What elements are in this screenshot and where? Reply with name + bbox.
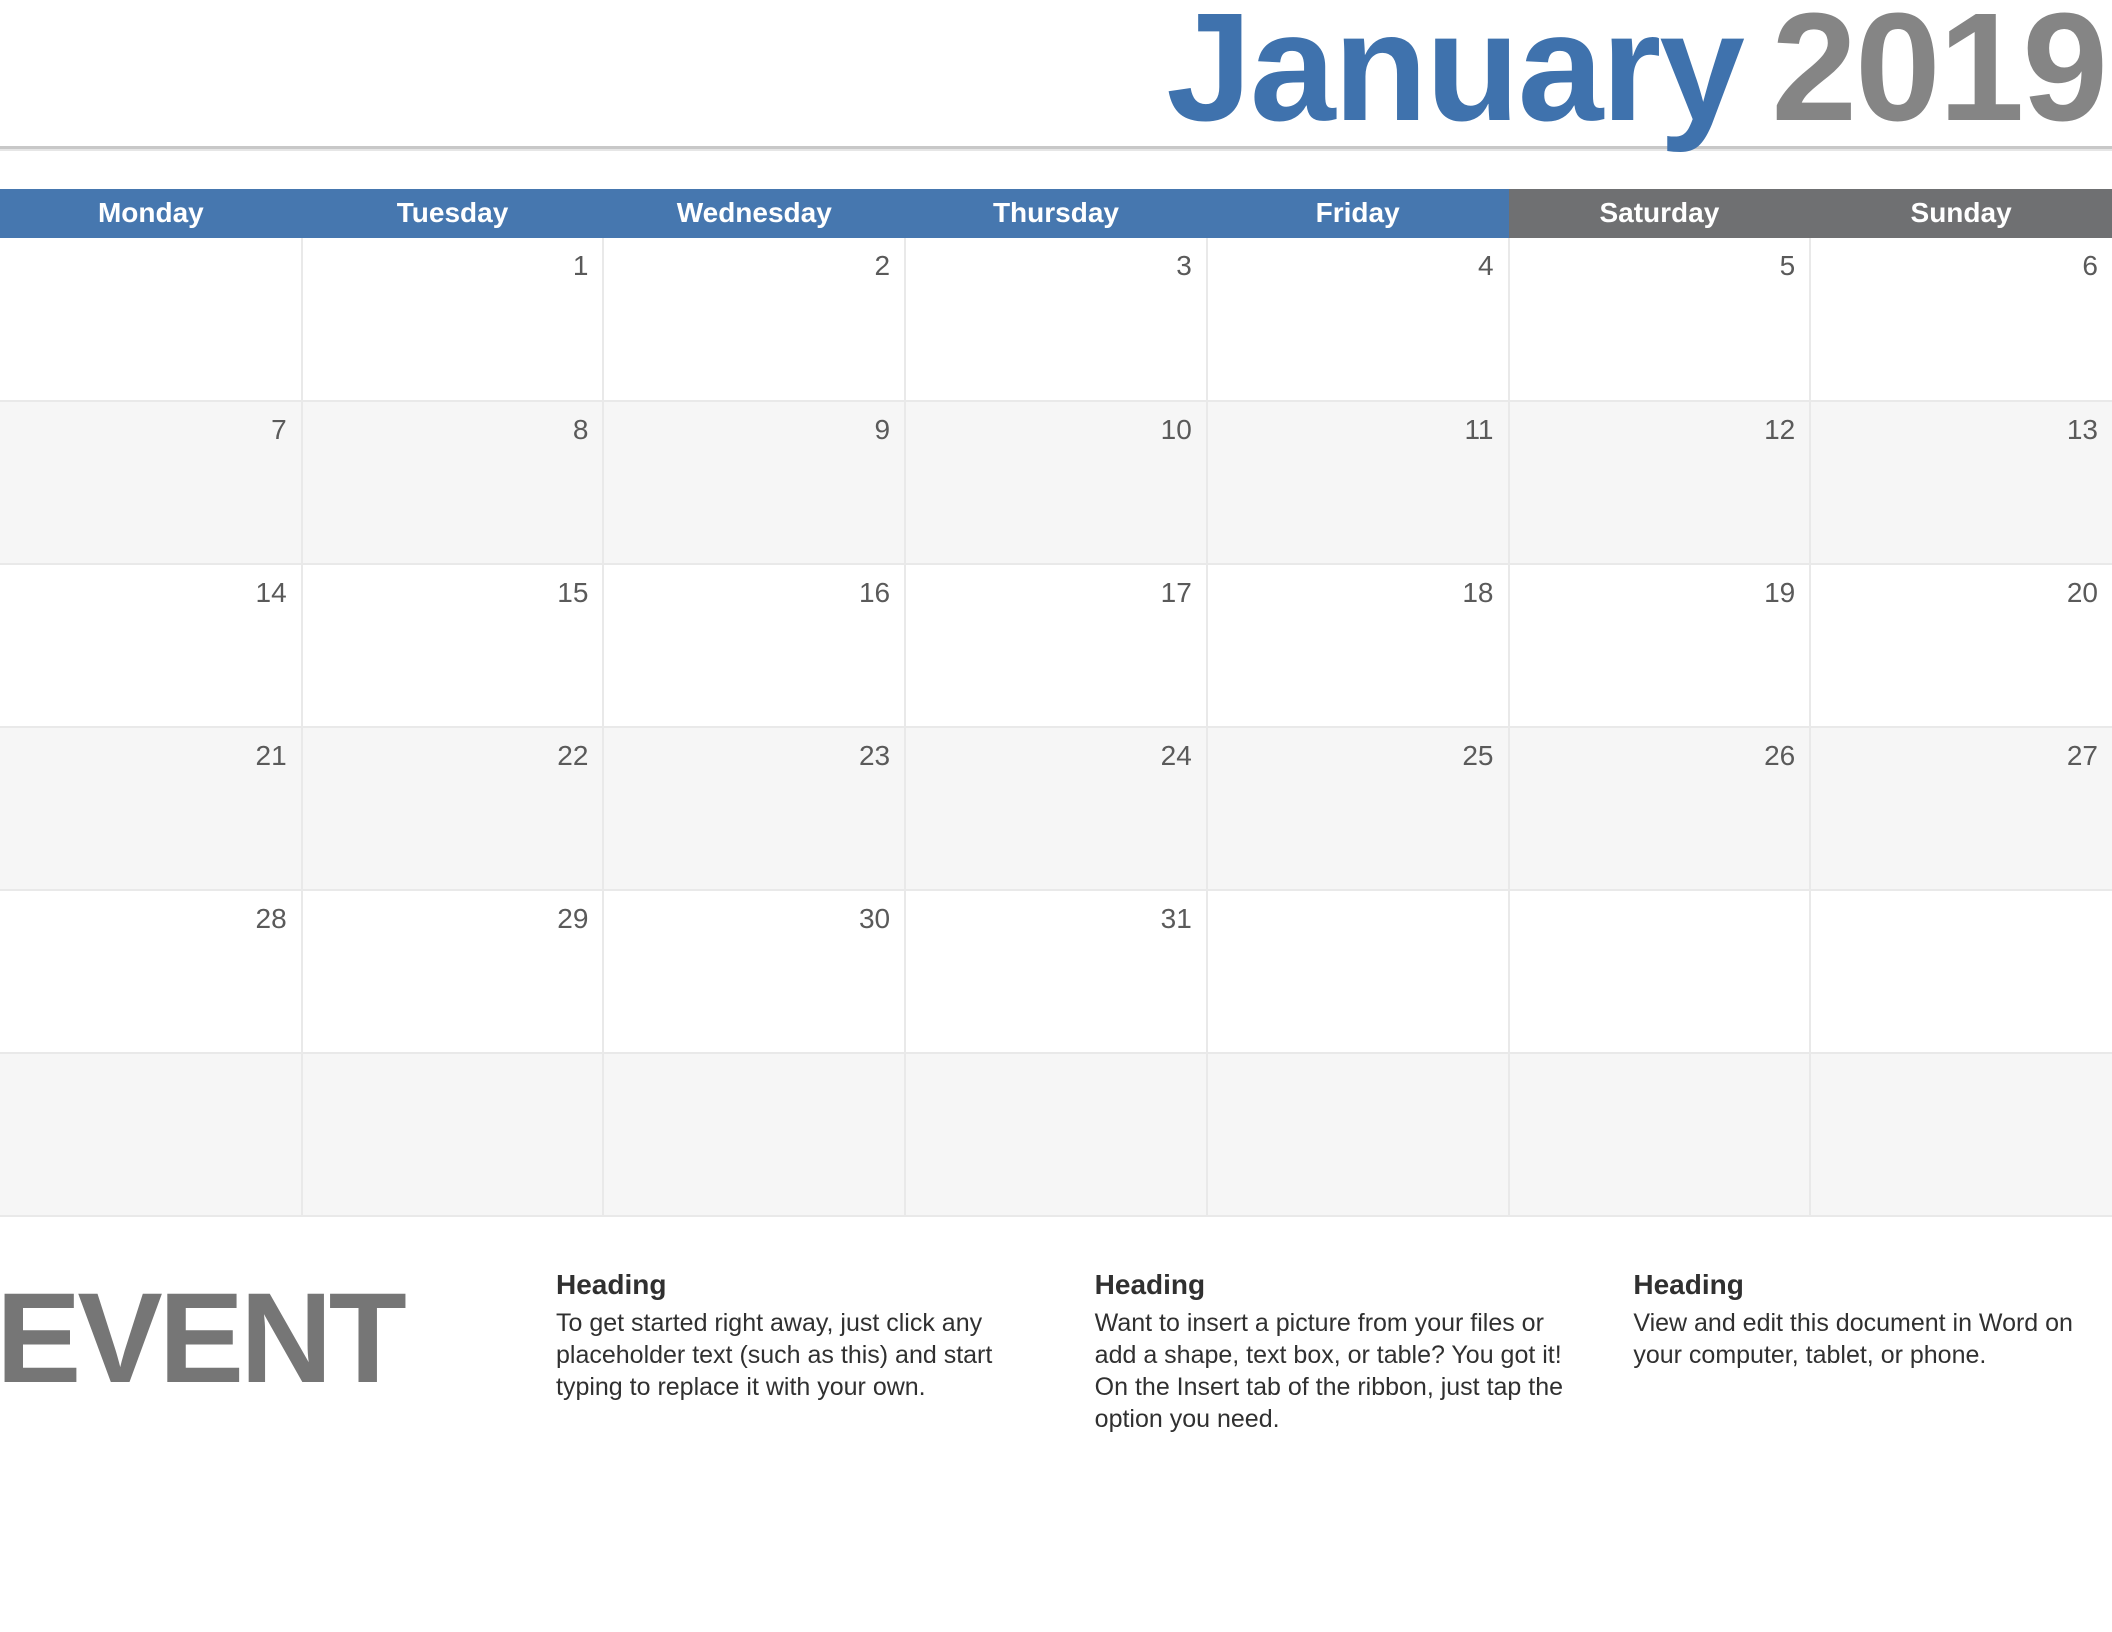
day-cell[interactable]: 24 <box>905 727 1207 890</box>
day-cell[interactable] <box>0 238 302 401</box>
day-cell[interactable] <box>302 1053 604 1216</box>
footer-block: EVENT Heading To get started right away,… <box>0 1269 2112 1435</box>
day-header: Wednesday <box>603 189 905 238</box>
calendar-row: 7 8 9 10 11 12 13 <box>0 401 2112 564</box>
note-body[interactable]: Want to insert a picture from your files… <box>1095 1307 1564 1435</box>
day-cell[interactable]: 16 <box>603 564 905 727</box>
calendar-row: 21 22 23 24 25 26 27 <box>0 727 2112 890</box>
month-title: January <box>1166 0 1743 144</box>
day-cell[interactable]: 4 <box>1207 238 1509 401</box>
day-cell[interactable]: 30 <box>603 890 905 1053</box>
day-cell[interactable]: 26 <box>1509 727 1811 890</box>
day-header: Tuesday <box>302 189 604 238</box>
day-cell[interactable] <box>1509 1053 1811 1216</box>
day-cell[interactable]: 25 <box>1207 727 1509 890</box>
day-cell[interactable]: 22 <box>302 727 604 890</box>
calendar-row <box>0 1053 2112 1216</box>
day-cell[interactable]: 29 <box>302 890 604 1053</box>
day-cell[interactable]: 17 <box>905 564 1207 727</box>
day-cell[interactable] <box>1207 890 1509 1053</box>
note-body[interactable]: View and edit this document in Word on y… <box>1633 1307 2102 1371</box>
day-cell[interactable]: 21 <box>0 727 302 890</box>
event-title: EVENT <box>0 1281 516 1396</box>
calendar-row: 28 29 30 31 <box>0 890 2112 1053</box>
day-cell[interactable]: 15 <box>302 564 604 727</box>
day-cell[interactable]: 1 <box>302 238 604 401</box>
day-cell[interactable]: 20 <box>1810 564 2112 727</box>
day-cell[interactable] <box>1810 1053 2112 1216</box>
day-header: Saturday <box>1509 189 1811 238</box>
calendar-grid: Monday Tuesday Wednesday Thursday Friday… <box>0 189 2112 1217</box>
day-cell[interactable]: 27 <box>1810 727 2112 890</box>
day-cell[interactable]: 28 <box>0 890 302 1053</box>
day-header: Friday <box>1207 189 1509 238</box>
day-cell[interactable]: 6 <box>1810 238 2112 401</box>
day-cell[interactable]: 31 <box>905 890 1207 1053</box>
day-header: Thursday <box>905 189 1207 238</box>
day-cell[interactable]: 10 <box>905 401 1207 564</box>
calendar-row: 14 15 16 17 18 19 20 <box>0 564 2112 727</box>
day-cell[interactable]: 2 <box>603 238 905 401</box>
day-cell[interactable] <box>1810 890 2112 1053</box>
day-cell[interactable]: 8 <box>302 401 604 564</box>
calendar-row: 1 2 3 4 5 6 <box>0 238 2112 401</box>
day-cell[interactable]: 5 <box>1509 238 1811 401</box>
day-cell[interactable] <box>905 1053 1207 1216</box>
day-cell[interactable]: 23 <box>603 727 905 890</box>
note-heading[interactable]: Heading <box>1095 1269 1564 1301</box>
note-column: Heading View and edit this document in W… <box>1633 1269 2112 1371</box>
day-header: Sunday <box>1810 189 2112 238</box>
day-header-row: Monday Tuesday Wednesday Thursday Friday… <box>0 189 2112 238</box>
day-cell[interactable]: 3 <box>905 238 1207 401</box>
year-title: 2019 <box>1771 0 2112 144</box>
day-cell[interactable] <box>1207 1053 1509 1216</box>
note-heading[interactable]: Heading <box>1633 1269 2102 1301</box>
calendar-page: January 2019 Monday Tuesday Wednesday Th… <box>0 0 2112 1622</box>
day-cell[interactable]: 19 <box>1509 564 1811 727</box>
day-cell[interactable]: 12 <box>1509 401 1811 564</box>
title-block: January 2019 <box>0 0 2112 144</box>
day-cell[interactable]: 13 <box>1810 401 2112 564</box>
day-cell[interactable] <box>0 1053 302 1216</box>
day-cell[interactable]: 9 <box>603 401 905 564</box>
note-column: Heading Want to insert a picture from yo… <box>1095 1269 1594 1435</box>
note-body[interactable]: To get started right away, just click an… <box>556 1307 1025 1403</box>
day-cell[interactable]: 18 <box>1207 564 1509 727</box>
day-cell[interactable]: 14 <box>0 564 302 727</box>
day-cell[interactable] <box>603 1053 905 1216</box>
day-cell[interactable] <box>1509 890 1811 1053</box>
note-heading[interactable]: Heading <box>556 1269 1025 1301</box>
day-header: Monday <box>0 189 302 238</box>
note-column: Heading To get started right away, just … <box>556 1269 1055 1403</box>
day-cell[interactable]: 7 <box>0 401 302 564</box>
day-cell[interactable]: 11 <box>1207 401 1509 564</box>
